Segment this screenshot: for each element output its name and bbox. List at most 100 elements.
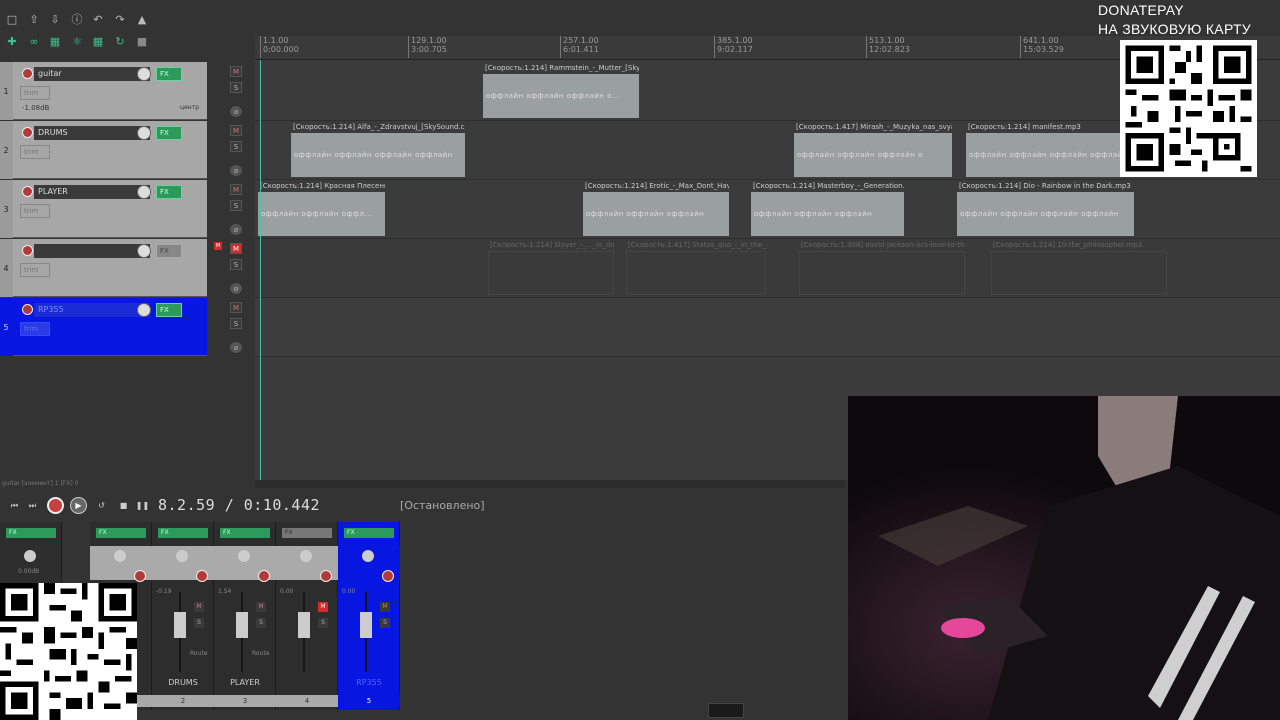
track-drums[interactable]: 2 DRUMS FX trim bbox=[0, 121, 207, 179]
mixer-strip-rp355[interactable]: FX 0.00 M S RP355 5 bbox=[338, 522, 400, 710]
mixer-strip-4[interactable]: FX 0.00 M S 4 bbox=[276, 522, 338, 710]
new-project-icon[interactable]: □ bbox=[5, 12, 19, 26]
route-button[interactable]: Route bbox=[252, 650, 269, 657]
media-item[interactable]: [Скорость:1.214] manifest.mp3 оффлайн оф… bbox=[966, 121, 1121, 179]
lock-icon[interactable]: ■ bbox=[135, 34, 149, 48]
record-arm-button[interactable] bbox=[134, 570, 146, 582]
mixer-strip-player[interactable]: FX 1.54 M S Route PLAYER 3 bbox=[214, 522, 276, 710]
media-item-muted[interactable]: [Скорость:1.214] Slayer_-_..._in_do... bbox=[488, 239, 614, 297]
open-project-icon[interactable]: ⇧ bbox=[27, 12, 41, 26]
phase-icon[interactable]: ø bbox=[230, 342, 242, 353]
pan-knob[interactable] bbox=[300, 550, 312, 562]
track-name[interactable]: DRUMS bbox=[34, 126, 150, 140]
track-name[interactable]: PLAYER bbox=[34, 185, 150, 199]
automation-trim-button[interactable]: trim bbox=[20, 86, 50, 100]
volume-knob[interactable] bbox=[137, 303, 151, 317]
media-item[interactable]: [Скорость:1.214] Erotic_-_Max_Dont_Hav..… bbox=[583, 180, 729, 238]
media-item[interactable]: [Скорость:1.417] Mirash_-_Muzyka_nas_svy… bbox=[794, 121, 952, 179]
mute-button[interactable]: M bbox=[380, 602, 390, 612]
save-project-icon[interactable]: ⇩ bbox=[48, 12, 62, 26]
ripple-edit-icon[interactable]: ⚛ bbox=[70, 34, 84, 48]
automation-trim-button[interactable]: trim bbox=[20, 145, 50, 159]
fx-button[interactable]: FX bbox=[156, 244, 182, 258]
record-arm-button[interactable] bbox=[22, 68, 33, 79]
record-arm-button[interactable] bbox=[22, 304, 33, 315]
solo-button[interactable]: S bbox=[230, 259, 242, 270]
track-player[interactable]: 3 PLAYER FX trim bbox=[0, 180, 207, 238]
volume-knob[interactable] bbox=[137, 185, 151, 199]
solo-button[interactable]: S bbox=[256, 618, 266, 628]
solo-button[interactable]: S bbox=[230, 141, 242, 152]
fx-button[interactable]: FX bbox=[156, 185, 182, 199]
solo-button[interactable]: S bbox=[230, 200, 242, 211]
metronome-icon[interactable]: ▲ bbox=[135, 12, 149, 26]
volume-fader[interactable] bbox=[174, 612, 186, 638]
solo-button[interactable]: S bbox=[318, 618, 328, 628]
fx-button[interactable]: FX bbox=[96, 528, 146, 538]
record-arm-button[interactable] bbox=[22, 127, 33, 138]
record-arm-button[interactable] bbox=[382, 570, 394, 582]
pan-knob[interactable] bbox=[362, 550, 374, 562]
project-settings-icon[interactable]: ⓘ bbox=[70, 12, 84, 26]
solo-button[interactable]: S bbox=[194, 618, 204, 628]
automation-trim-button[interactable]: trim bbox=[20, 322, 50, 336]
volume-knob[interactable] bbox=[137, 67, 151, 81]
grid-toggle-icon[interactable]: ✚ bbox=[5, 34, 19, 48]
snap-icon[interactable]: ▦ bbox=[91, 34, 105, 48]
phase-icon[interactable]: ø bbox=[230, 283, 242, 294]
track-name[interactable]: guitar bbox=[34, 67, 150, 81]
phase-icon[interactable]: ø bbox=[230, 106, 242, 117]
pan-knob[interactable] bbox=[176, 550, 188, 562]
volume-knob[interactable] bbox=[137, 126, 151, 140]
record-button[interactable] bbox=[47, 497, 64, 514]
fx-button[interactable]: FX bbox=[156, 303, 182, 317]
phase-icon[interactable]: ø bbox=[230, 224, 242, 235]
track-lane[interactable]: [Скорость:1.214] Красная Плесень... оффл… bbox=[255, 180, 1280, 239]
fx-button[interactable]: FX bbox=[344, 528, 394, 538]
automation-trim-button[interactable]: trim bbox=[20, 204, 50, 218]
track-name[interactable] bbox=[34, 244, 150, 258]
fx-button[interactable]: FX bbox=[156, 126, 182, 140]
mute-button[interactable]: M bbox=[230, 184, 242, 195]
redo-icon[interactable]: ↷ bbox=[113, 12, 127, 26]
media-item[interactable]: [Скорость:1.214] Rammstein_-_Mutter_[Sky… bbox=[483, 62, 639, 120]
record-arm-button[interactable] bbox=[22, 245, 33, 256]
media-item[interactable]: [Скорость:1.214] Dio - Rainbow in the Da… bbox=[957, 180, 1134, 238]
play-button[interactable]: ▶ bbox=[70, 497, 87, 514]
play-cursor[interactable] bbox=[260, 60, 261, 480]
media-item-muted[interactable]: [Скорость:1.417] Status_quo_-_In_the_... bbox=[626, 239, 766, 297]
fx-button[interactable]: FX bbox=[220, 528, 270, 538]
media-item-muted[interactable]: [Скорость:1.308] david-jackson-ocs-love-… bbox=[799, 239, 965, 297]
record-arm-button[interactable] bbox=[258, 570, 270, 582]
media-item[interactable]: [Скорость:1.214] Красная Плесень... оффл… bbox=[258, 180, 385, 238]
repeat-icon[interactable]: ↺ bbox=[93, 497, 110, 514]
track-name[interactable]: RP355 bbox=[34, 303, 150, 317]
horizontal-scrollbar[interactable] bbox=[255, 480, 845, 488]
fx-button[interactable]: FX bbox=[156, 67, 182, 81]
track-4[interactable]: 4 FX trim bbox=[0, 239, 207, 297]
volume-fader[interactable] bbox=[298, 612, 310, 638]
fx-button[interactable]: FX bbox=[282, 528, 332, 538]
solo-button[interactable]: S bbox=[230, 82, 242, 93]
solo-button[interactable]: S bbox=[230, 318, 242, 329]
pan-knob[interactable] bbox=[24, 550, 36, 562]
phase-icon[interactable]: ø bbox=[230, 165, 242, 176]
go-to-start-icon[interactable]: ⏮ bbox=[6, 497, 23, 514]
pan-knob[interactable] bbox=[238, 550, 250, 562]
go-to-end-icon[interactable]: ⏭ bbox=[24, 497, 41, 514]
record-arm-button[interactable] bbox=[22, 186, 33, 197]
track-rp355[interactable]: 5 RP355 FX trim bbox=[0, 298, 207, 356]
volume-knob[interactable] bbox=[137, 244, 151, 258]
fx-button[interactable]: FX bbox=[6, 528, 56, 538]
volume-fader[interactable] bbox=[360, 612, 372, 638]
volume-fader[interactable] bbox=[236, 612, 248, 638]
record-arm-button[interactable] bbox=[196, 570, 208, 582]
stop-icon[interactable]: ■ bbox=[115, 497, 132, 514]
mute-button[interactable]: M bbox=[230, 302, 242, 313]
mute-button[interactable]: M bbox=[318, 602, 328, 612]
media-item-muted[interactable]: [Скорость:1.214] 10-the_philosopher.mp3 bbox=[991, 239, 1167, 297]
mute-button[interactable]: M bbox=[194, 602, 204, 612]
media-item[interactable]: [Скорость:1.214] Alfa_-_Zdravstvuj_[SkyS… bbox=[291, 121, 465, 179]
track-lane[interactable] bbox=[255, 298, 1280, 357]
pause-icon[interactable]: ❚❚ bbox=[134, 497, 151, 514]
